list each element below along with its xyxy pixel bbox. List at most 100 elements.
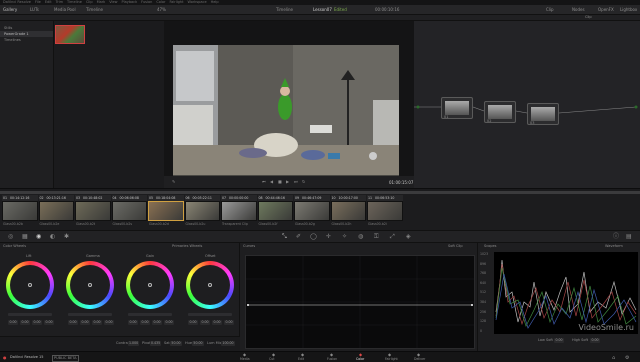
wheel-value[interactable]: 0.00: [20, 320, 30, 325]
wheel-value[interactable]: 0.00: [80, 320, 90, 325]
page-tab-edit[interactable]: Edit: [298, 357, 304, 361]
hue-value[interactable]: 50.00: [192, 341, 204, 346]
clip-thumbnail[interactable]: [367, 201, 403, 221]
wheel-value[interactable]: 0.00: [32, 320, 42, 325]
contrast-value[interactable]: 1.000: [128, 341, 139, 346]
curve-graph[interactable]: [245, 255, 475, 349]
page-tab-fairlight[interactable]: Fairlight: [385, 357, 398, 361]
menu-item[interactable]: Fairlight: [169, 0, 183, 4]
clip-thumbnail[interactable]: [221, 201, 257, 221]
lightbox-button[interactable]: Lightbox: [620, 7, 637, 12]
menu-item[interactable]: Workspace: [188, 0, 207, 4]
skip-forward-icon[interactable]: ⏭: [294, 179, 298, 185]
blur-icon[interactable]: ◍: [358, 234, 363, 240]
wheel-value[interactable]: 0.00: [164, 320, 174, 325]
menu-item[interactable]: Mark: [97, 0, 106, 4]
gain-master-slider[interactable]: [128, 313, 172, 316]
wheel-value[interactable]: 0.00: [152, 320, 162, 325]
home-icon[interactable]: ⌂: [612, 355, 615, 361]
rgb-mixer-icon[interactable]: ◐: [50, 234, 55, 240]
clip-thumbnail[interactable]: [257, 201, 293, 221]
page-tab-cut[interactable]: Cut: [269, 357, 275, 361]
still-thumbnail[interactable]: [55, 25, 85, 44]
page-tab-color[interactable]: Color: [356, 357, 364, 361]
lum-mix-value[interactable]: 100.00: [221, 341, 235, 346]
media-pool-button[interactable]: Media Pool: [54, 7, 76, 12]
nodes-button[interactable]: Nodes: [572, 7, 585, 12]
menu-item[interactable]: Trim: [56, 0, 63, 4]
gamma-wheel[interactable]: [66, 261, 114, 309]
wheel-value[interactable]: 0.00: [128, 320, 138, 325]
qualifier-icon[interactable]: ✐: [296, 234, 301, 240]
gamma-master-slider[interactable]: [68, 313, 112, 316]
clip-thumbnail[interactable]: [111, 201, 147, 221]
offset-wheel[interactable]: [186, 261, 234, 309]
high-soft-value[interactable]: 0.00: [590, 338, 600, 343]
wheel-value[interactable]: 0.00: [68, 320, 78, 325]
scopes-icon[interactable]: ▤: [626, 234, 632, 240]
clip-dropdown[interactable]: Clip: [585, 15, 592, 20]
3d-icon[interactable]: ◈: [406, 234, 411, 240]
wheel-value[interactable]: 0.00: [212, 320, 222, 325]
gallery-button[interactable]: Gallery: [3, 7, 17, 12]
page-tab-deliver[interactable]: Deliver: [414, 357, 425, 361]
clip-thumbnail[interactable]: [75, 201, 111, 221]
clips-button[interactable]: Clip: [546, 7, 554, 12]
menu-item[interactable]: Help: [211, 0, 219, 4]
menu-item[interactable]: DaVinci Resolve: [3, 0, 31, 4]
wheel-value[interactable]: 0.00: [140, 320, 150, 325]
gain-wheel[interactable]: [126, 261, 174, 309]
magic-mask-icon[interactable]: ✧: [342, 234, 347, 240]
menu-item[interactable]: Color: [156, 0, 165, 4]
step-back-icon[interactable]: ◀: [270, 179, 273, 185]
skip-back-icon[interactable]: ⏮: [262, 179, 266, 185]
zoom-level[interactable]: 47%: [157, 7, 166, 12]
offset-master-slider[interactable]: [188, 313, 232, 316]
loop-icon[interactable]: ↻: [302, 179, 305, 185]
clip-thumbnail[interactable]: [2, 201, 38, 221]
wheel-value[interactable]: 0.00: [44, 320, 54, 325]
timeline-button[interactable]: Timeline: [86, 7, 103, 12]
clip-thumbnail[interactable]: [294, 201, 330, 221]
page-tab-media[interactable]: Media: [240, 357, 250, 361]
key-icon[interactable]: ⚿: [374, 234, 379, 240]
low-soft-value[interactable]: 0.00: [554, 338, 564, 343]
wheel-value[interactable]: 0.00: [200, 320, 210, 325]
luts-button[interactable]: LUTs: [30, 7, 39, 12]
menu-item[interactable]: Timeline: [67, 0, 82, 4]
clip-thumbnail[interactable]: [148, 201, 184, 221]
play-icon[interactable]: ▶: [286, 179, 289, 185]
wheel-value[interactable]: 0.00: [104, 320, 114, 325]
lift-master-slider[interactable]: [8, 313, 52, 316]
pivot-value[interactable]: 0.435: [150, 341, 161, 346]
primaries-wheels-dropdown[interactable]: Primaries Wheels: [172, 244, 202, 249]
album-powergrade[interactable]: PowerGrade 1: [4, 32, 29, 37]
menu-item[interactable]: Playback: [122, 0, 138, 4]
wheel-value[interactable]: 0.00: [224, 320, 234, 325]
curves-icon[interactable]: ⤡: [282, 234, 287, 240]
settings-icon[interactable]: ⚙: [625, 355, 629, 361]
motion-effects-icon[interactable]: ✱: [64, 234, 69, 240]
page-tab-fusion[interactable]: Fusion: [327, 357, 337, 361]
node-03[interactable]: 03: [527, 103, 559, 125]
menu-item[interactable]: Clip: [86, 0, 93, 4]
menu-item[interactable]: Edit: [45, 0, 52, 4]
album-timelines[interactable]: Timelines: [4, 38, 21, 43]
tracker-icon[interactable]: ✛: [326, 234, 331, 240]
camera-raw-icon[interactable]: ◎: [8, 234, 13, 240]
menu-item[interactable]: View: [109, 0, 117, 4]
lift-wheel[interactable]: [6, 261, 54, 309]
node-01[interactable]: 01: [441, 97, 473, 119]
stop-icon[interactable]: ■: [278, 179, 282, 185]
clip-thumbnail[interactable]: [330, 201, 366, 221]
sat-value[interactable]: 50.00: [170, 341, 182, 346]
node-02[interactable]: 02: [484, 101, 516, 123]
color-wheels-icon[interactable]: ◉: [36, 234, 41, 240]
clip-thumbnail[interactable]: [38, 201, 74, 221]
waveform-dropdown[interactable]: Waveform: [605, 244, 623, 249]
eyedropper-icon[interactable]: ✎: [172, 179, 175, 185]
wheel-value[interactable]: 0.00: [8, 320, 18, 325]
menu-item[interactable]: File: [35, 0, 41, 4]
wheel-value[interactable]: 0.00: [188, 320, 198, 325]
color-match-icon[interactable]: ▦: [22, 234, 28, 240]
